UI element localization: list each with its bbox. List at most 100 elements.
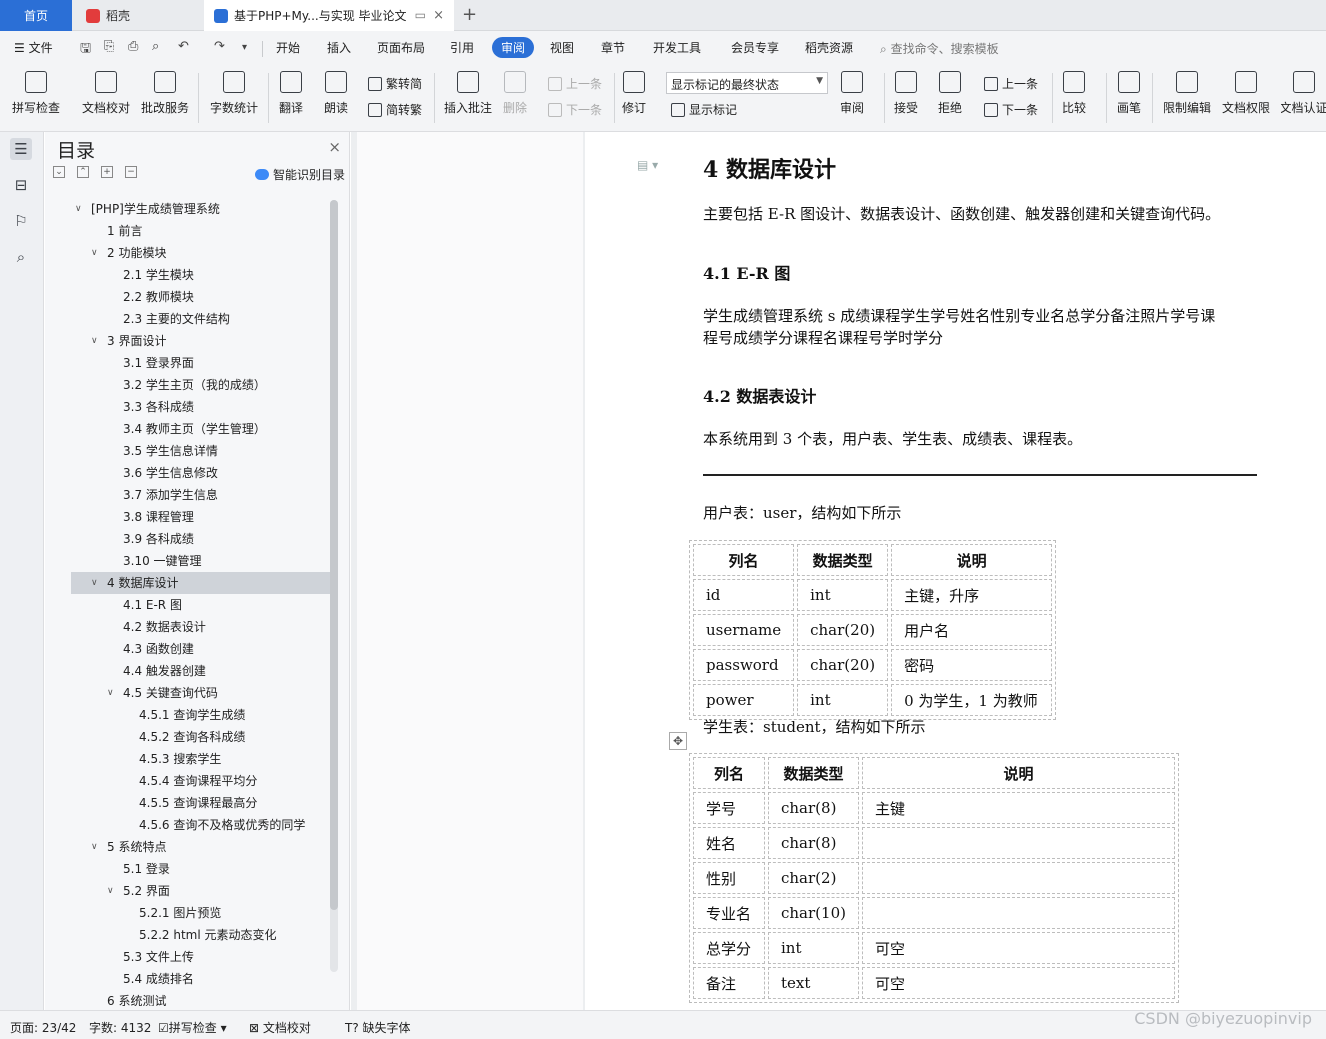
- toc-item[interactable]: 6 系统测试: [71, 990, 330, 1006]
- chevron-down-icon[interactable]: ∨: [91, 242, 98, 264]
- tab-wps[interactable]: 稻壳: [74, 0, 202, 31]
- doc-proof-button[interactable]: 文档校对: [82, 71, 130, 116]
- toc-item[interactable]: 4.5.6 查询不及格或优秀的同学: [71, 814, 330, 836]
- table-cell[interactable]: char(8): [768, 827, 859, 859]
- table-cell[interactable]: 0 为学生，1 为教师: [891, 684, 1053, 716]
- table-cell[interactable]: char(8): [768, 792, 859, 824]
- command-search[interactable]: ⌕ 查找命令、搜索模板: [880, 40, 999, 57]
- mark-state-select[interactable]: 显示标记的最终状态 ▼: [666, 72, 828, 94]
- table-cell[interactable]: int: [768, 932, 859, 964]
- simp-to-trad-button[interactable]: 简转繁: [368, 101, 422, 118]
- table-cell[interactable]: password: [693, 649, 795, 681]
- toc-item[interactable]: 3.8 课程管理: [71, 506, 330, 528]
- tab-close-icon[interactable]: ×: [433, 8, 444, 23]
- smart-toc-button[interactable]: 智能识别目录: [254, 166, 345, 183]
- toc-item[interactable]: 4.5.1 查询学生成绩: [71, 704, 330, 726]
- translate-button[interactable]: 翻译: [279, 71, 303, 116]
- toc-item[interactable]: 5.1 登录: [71, 858, 330, 880]
- menu-docer[interactable]: 稻壳资源: [805, 39, 853, 56]
- toc-item[interactable]: 5.2.1 图片预览: [71, 902, 330, 924]
- toc-item[interactable]: 3.9 各科成绩: [71, 528, 330, 550]
- search-icon[interactable]: ⌕: [10, 246, 32, 268]
- show-markup-button[interactable]: 显示标记: [671, 101, 737, 118]
- toc-item[interactable]: ∨ 4 数据库设计: [71, 572, 330, 594]
- toc-scroll-thumb[interactable]: [330, 200, 338, 910]
- read-aloud-button[interactable]: 朗读: [324, 71, 348, 116]
- chevron-down-icon[interactable]: ∨: [107, 880, 114, 902]
- batch-service-button[interactable]: 批改服务: [141, 71, 189, 116]
- toc-icon[interactable]: ☰: [10, 138, 32, 160]
- table-cell[interactable]: 性别: [693, 862, 765, 894]
- toc-scrollbar[interactable]: [330, 200, 338, 972]
- toc-item[interactable]: ∨ 5 系统特点: [71, 836, 330, 858]
- spell-check-status[interactable]: ☑拼写检查 ▾: [158, 1019, 227, 1036]
- tab-monitor-icon[interactable]: ▭: [415, 8, 426, 22]
- toc-item[interactable]: ∨ 2 功能模块: [71, 242, 330, 264]
- toc-item[interactable]: 2.1 学生模块: [71, 264, 330, 286]
- table-cell[interactable]: int: [797, 684, 889, 716]
- toc-item[interactable]: 3.5 学生信息详情: [71, 440, 330, 462]
- menu-dev-tools[interactable]: 开发工具: [653, 39, 701, 56]
- new-tab-icon[interactable]: +: [462, 4, 477, 25]
- tab-home[interactable]: 首页: [0, 0, 72, 31]
- toc-item[interactable]: 1 前言: [71, 220, 330, 242]
- toc-item[interactable]: 4.3 函数创建: [71, 638, 330, 660]
- menu-review[interactable]: 审阅: [492, 37, 535, 58]
- close-icon[interactable]: ×: [328, 138, 341, 156]
- menu-chapter[interactable]: 章节: [601, 39, 625, 56]
- doc-cert-button[interactable]: 文档认证: [1281, 71, 1326, 116]
- toc-item[interactable]: 4.5.4 查询课程平均分: [71, 770, 330, 792]
- collapse-all-icon[interactable]: ⌄: [53, 166, 65, 178]
- expand-up-icon[interactable]: ⌃: [77, 166, 89, 178]
- menu-view[interactable]: 视图: [550, 39, 574, 56]
- word-count-button[interactable]: 字数统计: [210, 71, 258, 116]
- table-cell[interactable]: 学号: [693, 792, 765, 824]
- menu-reference[interactable]: 引用: [450, 39, 474, 56]
- toc-item[interactable]: 2.2 教师模块: [71, 286, 330, 308]
- table-cell[interactable]: 密码: [891, 649, 1053, 681]
- table-cell[interactable]: [861, 862, 1175, 894]
- doc-menu-icon[interactable]: ▤ ▾: [637, 158, 658, 172]
- menu-member[interactable]: 会员专享: [731, 39, 779, 56]
- table-cell[interactable]: id: [693, 579, 795, 611]
- table-cell[interactable]: 可空: [861, 967, 1175, 999]
- toc-item[interactable]: 3.10 一键管理: [71, 550, 330, 572]
- redo-icon[interactable]: ↷: [214, 39, 225, 54]
- accept-button[interactable]: 接受: [894, 71, 918, 116]
- chevron-down-icon[interactable]: ∨: [107, 682, 114, 704]
- toc-item[interactable]: ∨ 3 界面设计: [71, 330, 330, 352]
- pen-button[interactable]: 画笔: [1117, 71, 1141, 116]
- toc-item[interactable]: 2.3 主要的文件结构: [71, 308, 330, 330]
- doc-permission-button[interactable]: 文档权限: [1222, 71, 1270, 116]
- delete-comment-button[interactable]: 删除: [503, 71, 527, 116]
- toc-item[interactable]: ∨ [PHP]学生成绩管理系统: [71, 198, 330, 220]
- toc-item[interactable]: 4.1 E-R 图: [71, 594, 330, 616]
- export-pdf-icon[interactable]: ⎘: [104, 39, 114, 54]
- toc-item[interactable]: 4.5.3 搜索学生: [71, 748, 330, 770]
- toc-item[interactable]: 5.2.2 html 元素动态变化: [71, 924, 330, 946]
- table-cell[interactable]: username: [693, 614, 795, 646]
- prev-change-button[interactable]: 上一条: [984, 75, 1038, 92]
- spell-check-button[interactable]: 拼写检查: [12, 71, 60, 116]
- toc-item[interactable]: 3.6 学生信息修改: [71, 462, 330, 484]
- toc-item[interactable]: 3.1 登录界面: [71, 352, 330, 374]
- tab-document[interactable]: 基于PHP+My...与实现 毕业论文 ▭ ×: [204, 0, 454, 31]
- track-changes-button[interactable]: 修订: [622, 71, 646, 116]
- table-cell[interactable]: char(10): [768, 897, 859, 929]
- toc-item[interactable]: 4.5.2 查询各科成绩: [71, 726, 330, 748]
- prev-comment-button[interactable]: 上一条: [548, 75, 602, 92]
- preview-icon[interactable]: ⌕: [152, 39, 159, 54]
- table-cell[interactable]: text: [768, 967, 859, 999]
- toc-item[interactable]: 3.3 各科成绩: [71, 396, 330, 418]
- table-cell[interactable]: int: [797, 579, 889, 611]
- reject-button[interactable]: 拒绝: [938, 71, 962, 116]
- toc-item[interactable]: 4.5.5 查询课程最高分: [71, 792, 330, 814]
- toc-item[interactable]: 5.4 成绩排名: [71, 968, 330, 990]
- table-cell[interactable]: power: [693, 684, 795, 716]
- page-indicator[interactable]: 页面: 23/42: [10, 1019, 76, 1036]
- compare-button[interactable]: 比较: [1062, 71, 1086, 116]
- menu-insert[interactable]: 插入: [327, 39, 351, 56]
- table-cell[interactable]: 专业名: [693, 897, 765, 929]
- table-cell[interactable]: 备注: [693, 967, 765, 999]
- missing-font-status[interactable]: T? 缺失字体: [345, 1019, 411, 1036]
